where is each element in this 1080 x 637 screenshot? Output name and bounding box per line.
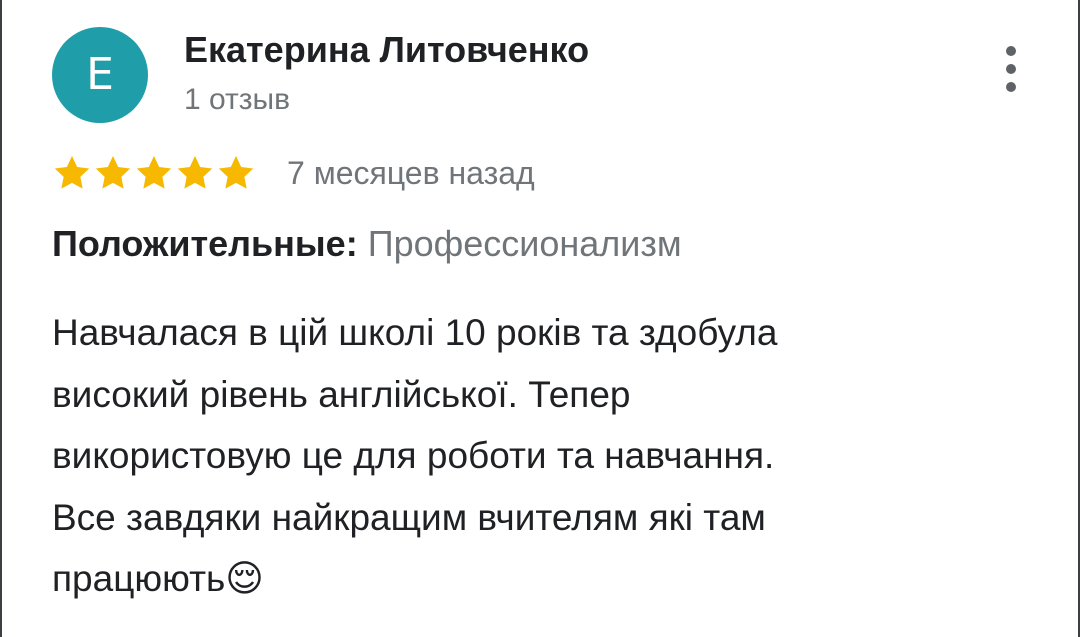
more-options-button[interactable] — [994, 44, 1028, 96]
star-icon — [218, 156, 254, 189]
star-icon — [136, 156, 172, 189]
review-text: Навчалася в цій школі 10 років та здобул… — [52, 312, 778, 599]
more-vertical-icon — [1006, 64, 1016, 74]
review-highlights: Положительные: Профессионализм — [52, 220, 682, 268]
review-card: E Екатерина Литовченко 1 отзыв 7 месяцев… — [0, 0, 1080, 637]
star-icon — [54, 156, 90, 189]
more-vertical-icon — [1006, 82, 1016, 92]
rating-row: 7 месяцев назад — [52, 150, 535, 196]
star-icon — [95, 156, 131, 189]
highlights-value: Профессионализм — [367, 223, 682, 264]
more-vertical-icon — [1006, 46, 1016, 56]
author-name[interactable]: Екатерина Литовченко — [184, 28, 589, 72]
avatar[interactable]: E — [52, 27, 148, 123]
highlights-label: Положительные: — [52, 223, 358, 264]
review-count: 1 отзыв — [184, 83, 291, 116]
star-icon — [177, 156, 213, 189]
star-rating — [52, 153, 257, 193]
review-date: 7 месяцев назад — [287, 154, 535, 191]
